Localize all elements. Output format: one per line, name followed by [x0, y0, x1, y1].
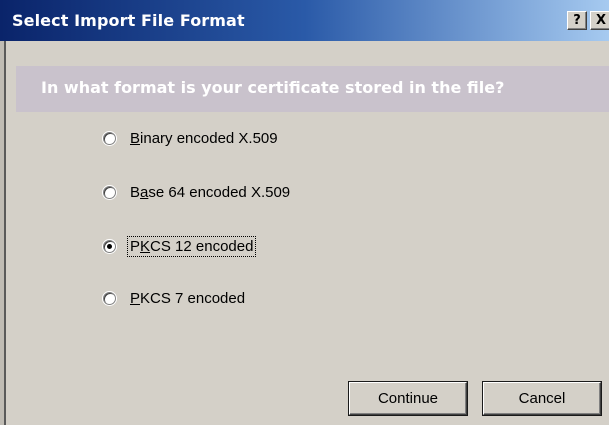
help-icon: ? [573, 13, 581, 28]
import-format-dialog: Select Import File Format ? X In what fo… [0, 0, 609, 425]
radio-option-binary-x509[interactable]: Binary encoded X.509 [103, 127, 280, 149]
close-icon: X [595, 13, 607, 28]
radio-option-base64-x509[interactable]: Base 64 encoded X.509 [103, 181, 292, 203]
close-button[interactable]: X [590, 11, 609, 30]
radio-button-selected[interactable] [103, 239, 116, 253]
help-button[interactable]: ? [567, 11, 587, 30]
cancel-button[interactable]: Cancel [483, 382, 601, 415]
question-text: In what format is your certificate store… [41, 78, 505, 97]
radio-label: PKCS 7 encoded [130, 289, 246, 307]
radio-button[interactable] [103, 291, 116, 305]
continue-button[interactable]: Continue [349, 382, 467, 415]
radio-button[interactable] [103, 131, 116, 145]
radio-button[interactable] [103, 185, 116, 199]
title-bar[interactable]: Select Import File Format ? X [0, 0, 609, 41]
radio-label: Base 64 encoded X.509 [130, 183, 291, 201]
dialog-title: Select Import File Format [12, 11, 245, 30]
window-frame-left [0, 41, 6, 425]
question-banner: In what format is your certificate store… [16, 66, 609, 112]
radio-option-pkcs7[interactable]: PKCS 7 encoded [103, 287, 247, 309]
radio-label: PKCS 12 encoded [126, 235, 257, 257]
radio-label: Binary encoded X.509 [130, 129, 278, 147]
radio-option-pkcs12[interactable]: PKCS 12 encoded [103, 235, 257, 257]
